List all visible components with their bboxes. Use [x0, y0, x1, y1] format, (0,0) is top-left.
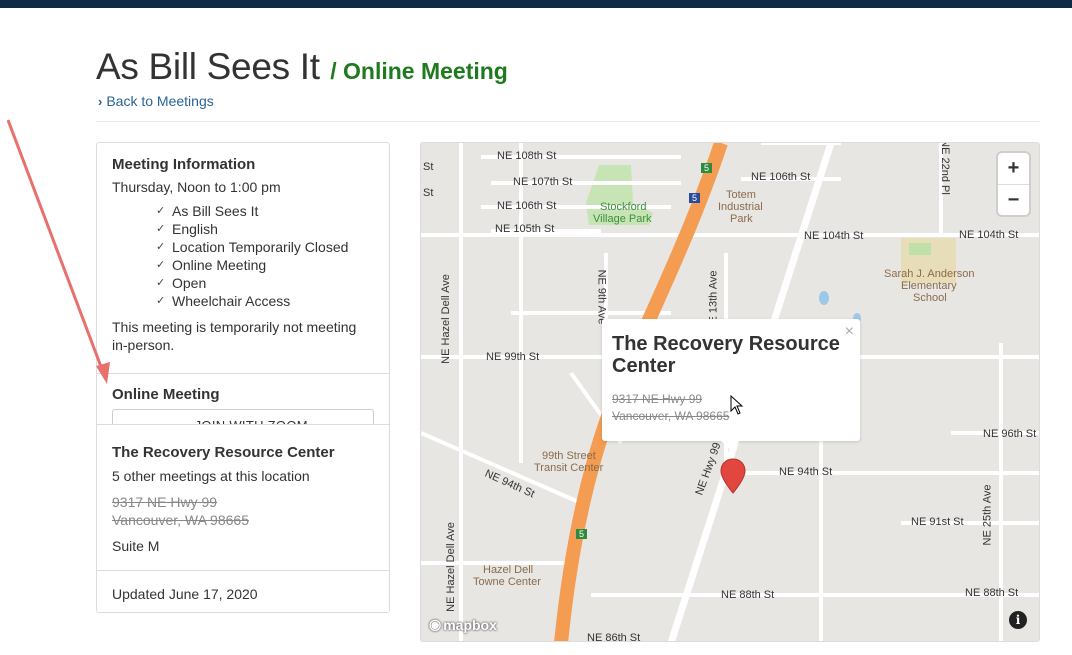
check-icon: ✓: [156, 205, 166, 217]
meeting-info-section: Meeting Information Thursday, Noon to 1:…: [97, 156, 389, 354]
feature-item: ✓ Wheelchair Access: [156, 293, 291, 309]
street-label: NE 108th St: [497, 150, 557, 162]
popup-title: The Recovery Resource Center: [612, 333, 840, 377]
street-label: NE 104th St: [959, 229, 1019, 241]
poi-label: Hazel Dell: [483, 564, 534, 576]
street-label: NE 88th St: [721, 589, 775, 601]
poi-label: Village Park: [593, 213, 652, 225]
location-map[interactable]: NE 108th St NE 107th St NE 106th St NE 1…: [420, 142, 1040, 642]
info-icon[interactable]: i: [1009, 611, 1027, 629]
meeting-features-list: ✓ As Bill Sees It ✓ English ✓ Location Temp…: [156, 202, 374, 310]
poi-label: 99th Street: [542, 450, 596, 462]
chevron-right-icon: ›: [98, 93, 103, 109]
updated-date: Updated June 17, 2020: [112, 586, 258, 602]
mouse-cursor-icon: [730, 395, 744, 415]
highway-shield-icon: 5: [701, 163, 713, 173]
map-popup: × The Recovery Resource Center 9317 NE H…: [602, 319, 860, 450]
feature-item: ✓ Online Meeting: [156, 257, 267, 273]
meeting-title: As Bill Sees It: [96, 46, 320, 87]
interstate-shield-icon: 5: [689, 193, 701, 203]
top-nav-bar: [0, 0, 1072, 8]
meeting-details-panel: Meeting Information Thursday, Noon to 1:…: [96, 142, 390, 613]
street-label: NE 106th St: [751, 171, 811, 183]
street-label: NE 104th St: [804, 230, 864, 242]
location-content: The Recovery Resource Center 5 other mee…: [97, 444, 389, 555]
mapbox-icon: ◉: [429, 616, 442, 632]
feature-item: ✓ Open: [156, 275, 207, 291]
street-label: NE 106th St: [497, 200, 557, 212]
mapbox-logo[interactable]: ◉ mapbox: [429, 616, 497, 633]
water-area: [819, 291, 829, 305]
location-section: The Recovery Resource Center 5 other mee…: [97, 424, 389, 612]
updated-section: Updated June 17, 2020: [97, 585, 389, 603]
poi-label: Sarah J. Anderson: [884, 268, 975, 280]
meeting-time: Thursday, Noon to 1:00 pm: [112, 179, 281, 195]
feature-item: ✓ English: [156, 221, 218, 237]
address-line-2: Vancouver, WA 98665: [112, 512, 249, 528]
street-label: NE Hazel Dell Ave: [439, 274, 452, 364]
poi-label: Towne Center: [473, 576, 541, 588]
back-to-meetings-link[interactable]: › Back to Meetings: [98, 93, 214, 109]
poi-label: Elementary: [901, 280, 957, 292]
feature-item: ✓ Location Temporarily Closed: [156, 239, 349, 255]
poi-label: Stockford: [600, 201, 647, 213]
poi-label: Park: [730, 213, 753, 225]
street-label: NE 9th Ave: [595, 269, 608, 325]
header-divider: [96, 121, 1040, 122]
street-label: NE 107th St: [513, 176, 573, 188]
street-label: NE 88th St: [965, 587, 1019, 599]
online-meeting-heading: Online Meeting: [112, 386, 220, 403]
feature-item: ✓ As Bill Sees It: [156, 203, 259, 219]
poi-label: Transit Center: [534, 462, 604, 474]
page-title: As Bill Sees It / Online Meeting: [96, 46, 508, 88]
map-pin-icon[interactable]: [719, 457, 747, 495]
section-divider: [97, 570, 389, 571]
street-label: NE 22nd Pl: [938, 142, 951, 195]
street-label: NE 105th St: [495, 223, 555, 235]
street-label: NE 25th Ave: [981, 484, 994, 546]
street-label: St: [423, 187, 434, 199]
meeting-info-heading: Meeting Information: [112, 156, 256, 173]
zoom-out-button[interactable]: −: [998, 184, 1029, 215]
street-label: NE 96th St: [983, 428, 1037, 440]
suite: Suite M: [112, 538, 160, 554]
address-line-1: 9317 NE Hwy 99: [112, 494, 218, 510]
location-name: The Recovery Resource Center: [112, 444, 335, 461]
street-label: NE 91st St: [911, 516, 964, 528]
poi-label: Industrial: [718, 201, 763, 213]
zoom-controls: + −: [998, 153, 1029, 215]
check-icon: ✓: [156, 241, 166, 253]
meeting-note: This meeting is temporarily not meeting …: [112, 319, 357, 353]
school-field: [909, 243, 931, 255]
zoom-in-button[interactable]: +: [998, 153, 1029, 184]
close-icon[interactable]: ×: [845, 323, 854, 341]
other-meetings-count: 5 other meetings at this location: [112, 468, 310, 484]
section-divider: [97, 373, 389, 374]
check-icon: ✓: [156, 259, 166, 271]
street-label: NE 94th St: [779, 466, 833, 478]
street-label: NE 99th St: [486, 351, 540, 363]
check-icon: ✓: [156, 277, 166, 289]
meeting-type-subtitle: / Online Meeting: [330, 58, 508, 84]
street-label: NE 86th St: [587, 632, 641, 642]
street-label: St: [423, 161, 434, 173]
highway-shield-icon: 5: [576, 529, 588, 539]
check-icon: ✓: [156, 295, 166, 307]
online-meeting-section: Online Meeting: [97, 386, 389, 403]
poi-label: School: [913, 292, 947, 304]
street-label: NE Hazel Dell Ave: [444, 522, 457, 612]
back-link-label: Back to Meetings: [106, 93, 214, 109]
check-icon: ✓: [156, 223, 166, 235]
poi-label: Totem: [726, 189, 756, 201]
